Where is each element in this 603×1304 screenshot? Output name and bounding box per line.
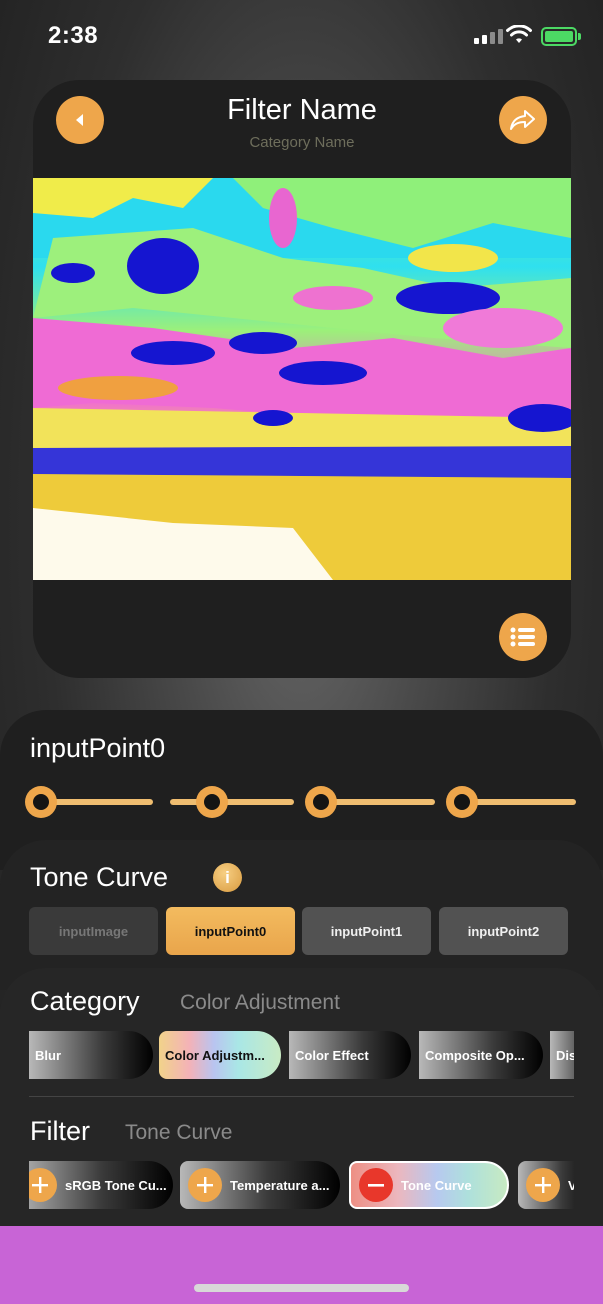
segment-input-point1[interactable]: inputPoint1 — [302, 907, 431, 955]
filter-list-button[interactable] — [499, 613, 547, 661]
category-chip-row[interactable]: Blur Color Adjustm... Color Effect Compo… — [29, 1031, 574, 1079]
category-chip-color-adjustment[interactable]: Color Adjustm... — [159, 1031, 281, 1079]
plus-icon — [197, 1177, 213, 1193]
filter-title: Filter Name — [227, 94, 377, 126]
plus-icon — [32, 1177, 48, 1193]
filter-chip-v[interactable]: V — [518, 1161, 574, 1209]
segment-input-image[interactable]: inputImage — [29, 907, 158, 955]
segment-input-point2[interactable]: inputPoint2 — [439, 907, 568, 955]
slider-knob[interactable] — [305, 786, 337, 818]
category-chip-blur[interactable]: Blur — [29, 1031, 153, 1079]
filter-label: Filter — [30, 1116, 90, 1146]
list-icon — [510, 627, 535, 647]
slider-4[interactable] — [446, 786, 576, 818]
filter-chip-srgb-tone-curve[interactable]: sRGB Tone Cu... — [29, 1161, 173, 1209]
status-time: 2:38 — [48, 22, 99, 49]
photo-artwork — [33, 178, 571, 580]
plus-icon — [535, 1177, 551, 1193]
input-point-label: inputPoint0 — [30, 733, 166, 763]
slider-knob[interactable] — [446, 786, 478, 818]
info-glyph: i — [225, 867, 230, 887]
preview-card: Filter Name Category Name — [33, 80, 571, 678]
category-value: Color Adjustment — [180, 991, 340, 1014]
divider — [29, 1096, 574, 1097]
add-filter-button[interactable] — [29, 1168, 57, 1202]
segment-input-point0[interactable]: inputPoint0 — [166, 907, 295, 955]
cellular-signal-icon — [474, 29, 503, 44]
category-subtitle: Category Name — [249, 134, 355, 151]
battery-icon — [541, 27, 577, 46]
share-button[interactable] — [499, 96, 547, 144]
filter-chip-temperature[interactable]: Temperature a... — [180, 1161, 340, 1209]
info-icon[interactable]: i — [213, 863, 242, 892]
category-chip-color-effect[interactable]: Color Effect — [289, 1031, 411, 1079]
category-label: Category — [30, 986, 140, 1016]
filter-chip-label: sRGB Tone Cu... — [65, 1177, 167, 1193]
remove-filter-button[interactable] — [359, 1168, 393, 1202]
slider-track — [170, 799, 294, 805]
slider-1[interactable] — [25, 786, 155, 818]
add-filter-button[interactable] — [188, 1168, 222, 1202]
slider-2[interactable] — [168, 786, 294, 818]
share-icon — [510, 110, 535, 130]
status-bar: 2:38 — [0, 0, 603, 72]
bottom-bar — [0, 1226, 603, 1304]
slider-3[interactable] — [305, 786, 435, 818]
minus-icon — [368, 1184, 384, 1187]
slider-knob[interactable] — [196, 786, 228, 818]
filter-chip-row[interactable]: sRGB Tone Cu... Temperature a... Tone Cu… — [29, 1161, 574, 1209]
filter-chip-label: Tone Curve — [401, 1177, 472, 1193]
tone-curve-title: Tone Curve — [30, 862, 169, 892]
home-indicator[interactable] — [194, 1284, 409, 1292]
add-filter-button[interactable] — [526, 1168, 560, 1202]
category-chip-distortion[interactable]: Dis — [550, 1031, 574, 1079]
filter-chip-label: V — [568, 1177, 574, 1193]
filtered-photo — [33, 178, 571, 580]
slider-knob[interactable] — [25, 786, 57, 818]
filter-chip-tone-curve[interactable]: Tone Curve — [349, 1161, 509, 1209]
wifi-icon — [506, 25, 532, 43]
battery-cap — [578, 33, 581, 40]
filter-value: Tone Curve — [125, 1121, 233, 1144]
category-chip-composite[interactable]: Composite Op... — [419, 1031, 543, 1079]
filter-chip-label: Temperature a... — [230, 1177, 330, 1193]
